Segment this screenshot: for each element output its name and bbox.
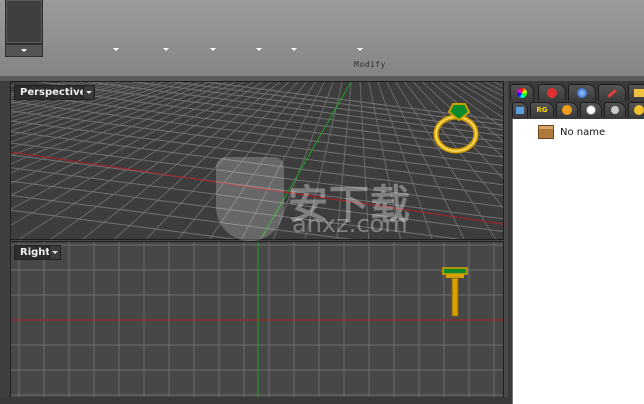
tab-clock[interactable] [580,102,602,117]
tab-material[interactable] [538,84,566,101]
tab-gear[interactable] [604,102,626,117]
ribbon-group-label-modify: Modify [354,60,386,69]
material-preview-swatch[interactable] [5,0,43,44]
image-icon [516,106,524,114]
watermark-subtext: anxz.com [292,210,408,238]
tab-brush[interactable] [598,84,626,101]
scene-tree[interactable]: No name [512,119,644,404]
ribbon-dropdown-4[interactable] [256,48,262,51]
folder-icon [634,89,644,97]
grid-line [11,82,193,149]
tab-color[interactable] [510,84,534,101]
gear-icon [611,106,619,114]
chevron-down-icon [86,91,92,94]
box-icon [538,125,554,139]
chevron-down-icon [21,49,27,52]
tab-folder[interactable] [628,84,644,101]
gold-sphere-icon [634,105,644,115]
globe-icon [577,88,587,98]
ring-model-icon[interactable] [429,100,489,160]
ribbon-dropdown-5[interactable] [291,48,297,51]
right-grid [11,242,503,397]
sphere-icon [562,105,572,115]
clock-icon [586,105,596,115]
ribbon-toolbar [0,0,644,77]
status-strip [0,397,508,404]
tab-rg[interactable]: RG [530,102,554,117]
tab-sphere[interactable] [556,102,578,117]
grid-line [11,82,96,102]
perspective-view-dropdown[interactable] [83,85,95,100]
chevron-down-icon [52,251,58,254]
right-viewport[interactable]: Right [10,241,504,398]
grid-line [145,82,299,239]
grid-line [11,82,175,137]
ribbon-dropdown-1[interactable] [113,48,119,51]
color-wheel-icon [517,88,527,98]
rg-label: RG [536,106,548,114]
panel-tab-row-2: RG [508,102,644,119]
tab-environment[interactable] [568,84,596,101]
ribbon-dropdown-3[interactable] [210,48,216,51]
tree-item-label: No name [560,126,606,138]
ring-side-model-icon[interactable] [441,264,471,320]
ribbon-dropdown-6[interactable] [357,48,363,51]
panel-tab-row-1 [508,84,644,102]
grid-line [11,82,184,143]
tree-item-root[interactable]: No name [538,125,605,139]
perspective-view-label[interactable]: Perspective [14,85,93,100]
material-icon [547,88,557,98]
material-preview-dropdown[interactable] [5,44,43,57]
right-view-dropdown[interactable] [49,245,61,260]
ribbon-dropdown-2[interactable] [163,48,169,51]
grid-line [11,82,202,157]
watermark-shield-logo [216,157,284,241]
tab-image[interactable] [512,102,528,117]
tab-gold[interactable] [628,102,644,117]
brush-icon [607,88,617,98]
